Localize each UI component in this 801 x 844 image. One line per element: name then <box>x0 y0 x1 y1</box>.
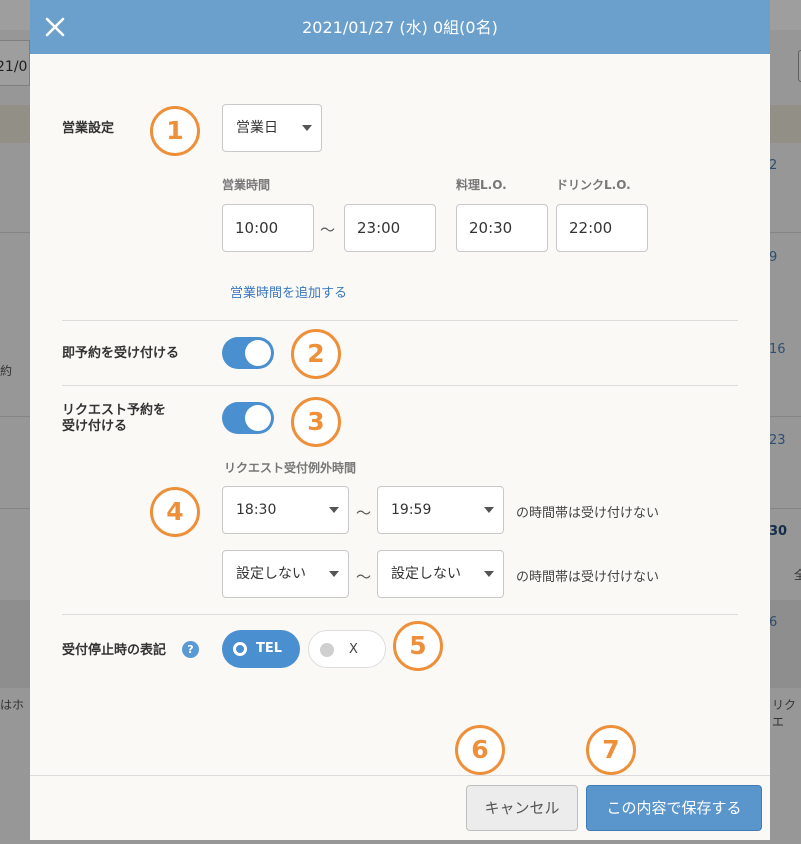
request-reservation-label-line1: リクエスト予約を <box>62 403 167 418</box>
annotation-badge: 2 <box>291 329 341 379</box>
business-settings-modal: 2021/01/27 (水) 0組(0名) 営業設定 営業日 営業時間 10:0… <box>30 0 770 840</box>
section-divider <box>62 614 738 615</box>
save-button[interactable]: この内容で保存する <box>586 785 762 831</box>
chevron-down-icon <box>329 571 339 577</box>
add-business-hours-link[interactable]: 営業時間を追加する <box>230 282 347 301</box>
exception-2-note: の時間帯は受け付けない <box>516 570 660 585</box>
exception-2-to-select[interactable]: 設定しない <box>377 550 504 598</box>
section-divider <box>62 320 738 321</box>
range-tilde: ～ <box>320 221 336 239</box>
close-button[interactable] <box>42 14 68 40</box>
request-reservation-label-line2: 受け付ける <box>62 419 128 434</box>
instant-reservation-label: 即予約を受け付ける <box>62 346 180 361</box>
drink-lo-input[interactable]: 22:00 <box>556 204 648 252</box>
annotation-badge: 1 <box>150 106 200 156</box>
footer-divider <box>30 775 770 776</box>
chevron-down-icon <box>302 125 312 131</box>
exception-1-to-select[interactable]: 19:59 <box>377 486 504 534</box>
open-time-input[interactable]: 10:00 <box>222 204 314 252</box>
annotation-badge: 5 <box>393 621 443 671</box>
range-tilde: ～ <box>356 504 372 522</box>
modal-header: 2021/01/27 (水) 0組(0名) <box>30 0 770 54</box>
annotation-badge: 7 <box>586 725 636 775</box>
toggle-knob <box>245 340 271 366</box>
radio-unselected-icon <box>320 643 334 657</box>
chevron-down-icon <box>329 507 339 513</box>
exception-1-note: の時間帯は受け付けない <box>516 506 660 521</box>
chevron-down-icon <box>484 507 494 513</box>
exception-2-from-select[interactable]: 設定しない <box>222 550 349 598</box>
range-tilde: ～ <box>356 568 372 586</box>
request-reservation-toggle[interactable] <box>222 402 274 434</box>
close-icon <box>45 17 65 37</box>
stop-display-option-tel[interactable]: TEL <box>222 630 300 668</box>
section-divider <box>62 385 738 386</box>
food-lo-label: 料理L.O. <box>456 178 507 192</box>
annotation-badge: 6 <box>455 725 505 775</box>
exception-1-to-value: 19:59 <box>391 502 432 518</box>
annotation-badge: 4 <box>150 487 200 537</box>
business-hours-label: 営業時間 <box>222 178 271 192</box>
food-lo-input[interactable]: 20:30 <box>456 204 548 252</box>
exception-1-from-select[interactable]: 18:30 <box>222 486 349 534</box>
exception-1-from-value: 18:30 <box>236 502 277 518</box>
business-day-select-value: 営業日 <box>236 120 278 136</box>
annotation-badge: 3 <box>291 397 341 447</box>
business-setting-label: 営業設定 <box>62 121 115 136</box>
radio-selected-icon <box>233 642 247 656</box>
exception-2-from-value: 設定しない <box>236 566 306 582</box>
chevron-down-icon <box>484 571 494 577</box>
drink-lo-label: ドリンクL.O. <box>556 178 631 192</box>
cancel-button[interactable]: キャンセル <box>466 785 578 831</box>
close-time-input[interactable]: 23:00 <box>344 204 436 252</box>
toggle-knob <box>245 405 271 431</box>
stop-display-option-label: TEL <box>256 641 283 656</box>
exception-2-to-value: 設定しない <box>391 566 461 582</box>
stop-display-option-label: X <box>349 642 358 657</box>
business-day-select[interactable]: 営業日 <box>222 104 322 152</box>
help-icon[interactable]: ? <box>182 641 199 658</box>
request-exception-label: リクエスト受付例外時間 <box>224 461 357 475</box>
modal-title: 2021/01/27 (水) 0組(0名) <box>302 18 498 37</box>
stop-display-label: 受付停止時の表記 <box>62 643 167 658</box>
stop-display-option-x[interactable]: X <box>308 630 386 668</box>
instant-reservation-toggle[interactable] <box>222 337 274 369</box>
